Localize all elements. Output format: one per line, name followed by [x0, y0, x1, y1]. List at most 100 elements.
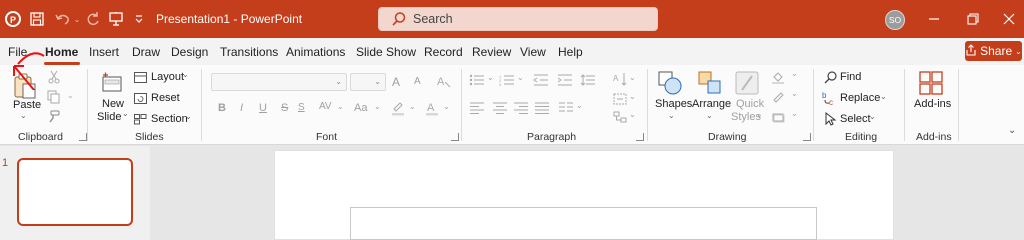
- select-dropdown-icon[interactable]: ⌄: [869, 112, 876, 121]
- italic-button[interactable]: I: [240, 102, 243, 114]
- quick-styles-dropdown-icon[interactable]: ⌄: [756, 110, 763, 119]
- layout-dropdown-icon[interactable]: ⌄: [182, 70, 189, 79]
- change-case-button[interactable]: Aa: [354, 102, 367, 114]
- customize-qat-icon[interactable]: [132, 10, 146, 28]
- align-center-icon[interactable]: [492, 101, 508, 115]
- tab-draw[interactable]: Draw: [132, 45, 160, 59]
- arrange-button[interactable]: Arrange: [692, 98, 731, 110]
- section-button[interactable]: Section: [151, 113, 188, 125]
- highlight-color-icon[interactable]: [390, 99, 406, 117]
- line-spacing-icon[interactable]: [580, 73, 596, 87]
- cut-icon[interactable]: [46, 69, 62, 85]
- add-ins-icon[interactable]: [918, 70, 944, 96]
- tab-review[interactable]: Review: [472, 45, 511, 59]
- tab-file[interactable]: File: [8, 45, 27, 59]
- character-spacing-button[interactable]: AV: [319, 101, 332, 112]
- replace-icon[interactable]: bc: [822, 90, 838, 106]
- slide-thumbnail[interactable]: [17, 158, 133, 226]
- present-from-start-icon[interactable]: [107, 10, 125, 28]
- paste-icon[interactable]: [12, 71, 40, 101]
- close-icon[interactable]: [998, 8, 1020, 30]
- redo-icon[interactable]: [84, 10, 102, 28]
- avatar[interactable]: SO: [885, 10, 905, 30]
- text-direction-dropdown-icon[interactable]: ⌄: [629, 73, 636, 82]
- undo-dropdown-icon[interactable]: ⌄: [73, 11, 81, 27]
- numbering-dropdown-icon[interactable]: ⌄: [517, 73, 524, 82]
- character-spacing-dropdown-icon[interactable]: ⌄: [337, 102, 344, 111]
- clear-formatting-icon[interactable]: A: [436, 73, 452, 89]
- collapse-ribbon-icon[interactable]: ⌄: [1008, 125, 1016, 136]
- shape-fill-dropdown-icon[interactable]: ⌄: [791, 69, 798, 78]
- shape-effects-icon[interactable]: [770, 109, 786, 125]
- shapes-icon[interactable]: [656, 69, 684, 97]
- font-color-icon[interactable]: A: [424, 99, 440, 117]
- shapes-button[interactable]: Shapes: [655, 98, 692, 110]
- shape-effects-dropdown-icon[interactable]: ⌄: [791, 109, 798, 118]
- font-family-select[interactable]: ⌄: [211, 73, 347, 91]
- minimize-icon[interactable]: [923, 8, 945, 30]
- paste-button[interactable]: Paste: [13, 99, 41, 111]
- align-text-icon[interactable]: [612, 92, 628, 106]
- quick-styles-label-1[interactable]: Quick: [736, 98, 764, 110]
- increase-indent-icon[interactable]: [557, 73, 573, 87]
- reset-icon[interactable]: [133, 91, 147, 105]
- new-slide-label-1[interactable]: New: [102, 98, 124, 110]
- numbering-icon[interactable]: 123: [499, 73, 515, 87]
- layout-button[interactable]: Layout: [151, 71, 184, 83]
- highlight-dropdown-icon[interactable]: ⌄: [409, 102, 416, 111]
- align-right-icon[interactable]: [513, 101, 529, 115]
- title-placeholder[interactable]: [350, 207, 817, 240]
- format-painter-icon[interactable]: [46, 109, 62, 125]
- columns-icon[interactable]: [558, 101, 574, 115]
- strikethrough-button[interactable]: S: [281, 102, 288, 114]
- tab-slide-show[interactable]: Slide Show: [356, 45, 416, 59]
- new-slide-icon[interactable]: [99, 71, 125, 97]
- text-direction-icon[interactable]: A: [612, 71, 628, 87]
- align-left-icon[interactable]: [469, 101, 485, 115]
- reset-button[interactable]: Reset: [151, 92, 180, 104]
- tab-view[interactable]: View: [520, 45, 546, 59]
- shape-outline-dropdown-icon[interactable]: ⌄: [791, 89, 798, 98]
- tab-animations[interactable]: Animations: [286, 45, 345, 59]
- find-icon[interactable]: [823, 69, 839, 85]
- select-button[interactable]: Select: [840, 113, 871, 125]
- save-icon[interactable]: [28, 10, 46, 28]
- arrange-dropdown-icon[interactable]: ⌄: [706, 111, 713, 120]
- find-button[interactable]: Find: [840, 71, 861, 83]
- clipboard-launcher-icon[interactable]: [79, 133, 87, 141]
- tab-insert[interactable]: Insert: [89, 45, 119, 59]
- increase-font-size-icon[interactable]: A: [392, 75, 400, 89]
- columns-dropdown-icon[interactable]: ⌄: [576, 101, 583, 110]
- decrease-font-size-icon[interactable]: A: [414, 76, 421, 87]
- shapes-dropdown-icon[interactable]: ⌄: [668, 111, 675, 120]
- select-cursor-icon[interactable]: [823, 111, 839, 127]
- replace-button[interactable]: Replace: [840, 92, 880, 104]
- add-ins-button[interactable]: Add-ins: [914, 98, 951, 110]
- tab-record[interactable]: Record: [424, 45, 463, 59]
- copy-icon[interactable]: [46, 89, 62, 105]
- restore-icon[interactable]: [962, 8, 984, 30]
- font-launcher-icon[interactable]: [451, 133, 459, 141]
- share-button[interactable]: Share ⌄: [965, 41, 1022, 61]
- font-size-select[interactable]: ⌄: [350, 73, 386, 91]
- arrange-icon[interactable]: [696, 69, 724, 97]
- replace-dropdown-icon[interactable]: ⌄: [880, 92, 887, 101]
- text-shadow-icon[interactable]: S: [298, 102, 305, 113]
- new-slide-label-2[interactable]: Slide: [97, 111, 121, 123]
- shape-fill-icon[interactable]: [770, 69, 786, 85]
- copy-dropdown-icon[interactable]: ⌄: [67, 91, 74, 100]
- drawing-launcher-icon[interactable]: [803, 133, 811, 141]
- justify-icon[interactable]: [534, 101, 550, 115]
- smartart-dropdown-icon[interactable]: ⌄: [629, 110, 636, 119]
- section-icon[interactable]: [133, 112, 147, 126]
- paste-dropdown-icon[interactable]: ⌄: [20, 111, 27, 120]
- section-dropdown-icon[interactable]: ⌄: [185, 112, 192, 121]
- font-color-dropdown-icon[interactable]: ⌄: [443, 102, 450, 111]
- tab-home[interactable]: Home: [45, 45, 78, 59]
- bullets-icon[interactable]: [469, 73, 485, 87]
- layout-icon[interactable]: [133, 70, 147, 84]
- undo-icon[interactable]: [53, 10, 73, 28]
- paragraph-launcher-icon[interactable]: [636, 133, 644, 141]
- align-text-dropdown-icon[interactable]: ⌄: [629, 92, 636, 101]
- tab-design[interactable]: Design: [171, 45, 208, 59]
